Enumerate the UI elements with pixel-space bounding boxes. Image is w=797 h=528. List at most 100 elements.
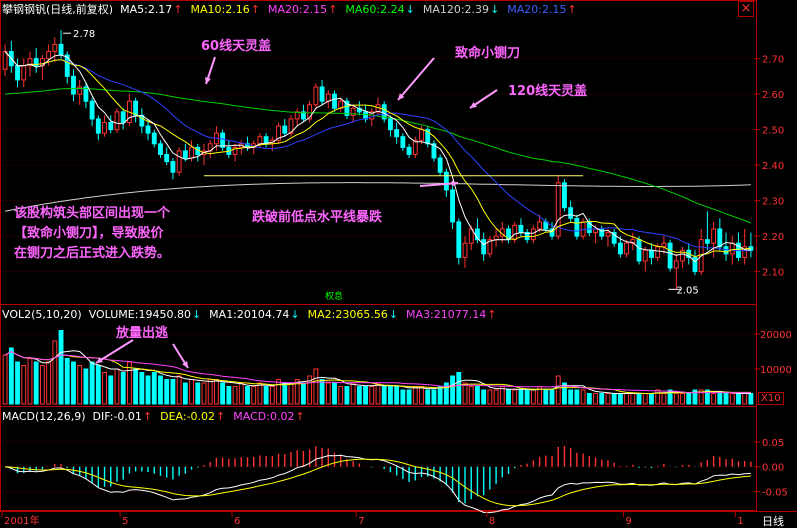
volume-bar — [126, 361, 132, 405]
volume-bar — [400, 389, 406, 405]
volume-bar — [506, 389, 511, 405]
candle — [425, 126, 431, 148]
indicator-readout: MA5:2.17 — [120, 3, 172, 16]
volume-bar — [251, 386, 257, 405]
volume-bar — [238, 382, 244, 405]
candle — [742, 229, 748, 265]
volume-bar — [108, 375, 114, 405]
volume-tick-label: 10000 — [760, 365, 792, 376]
volume-bar — [288, 382, 294, 405]
period-label[interactable]: 日线 — [762, 513, 784, 528]
indicator-arrow: ↑ — [328, 3, 337, 16]
volume-bar — [406, 389, 412, 405]
volume-bar — [673, 393, 679, 405]
candle-body — [294, 111, 300, 120]
volume-bar — [319, 379, 325, 405]
candle-body — [394, 129, 400, 138]
volume-bar — [611, 393, 617, 405]
candle-body — [419, 129, 424, 141]
volume-bar — [33, 361, 39, 405]
price-tick-label: 2.20 — [762, 232, 784, 243]
candle — [95, 115, 101, 141]
candle — [282, 118, 288, 137]
candle — [176, 147, 182, 176]
volume-bar — [493, 389, 499, 405]
x-tick-label: 8 — [489, 516, 495, 527]
candle-body — [400, 136, 406, 148]
candle-body — [729, 242, 735, 255]
x-tick-label: 9 — [625, 516, 631, 527]
volume-bar — [195, 382, 201, 405]
price-tick-label: 2.10 — [762, 268, 784, 279]
indicator-arrow: ↓ — [290, 308, 299, 321]
close-button[interactable]: × — [738, 1, 754, 17]
volume-bar — [2, 354, 8, 405]
volume-bar — [624, 393, 630, 405]
volume-bar — [207, 379, 213, 405]
candle-body — [145, 125, 151, 134]
indicator-arrow: ↑ — [568, 3, 577, 16]
volume-bar — [605, 393, 611, 405]
volume-bar — [213, 379, 219, 405]
candle-body — [151, 132, 157, 145]
candle — [723, 232, 729, 261]
volume-bar — [89, 361, 95, 405]
candle — [431, 140, 437, 162]
candle — [2, 44, 8, 77]
candle-body — [717, 228, 723, 248]
indicator-readout: VOLUME:19450.80 — [89, 308, 191, 321]
candle — [319, 79, 325, 105]
candle-body — [655, 246, 661, 258]
candle — [493, 229, 499, 247]
indicator-readout: DEA:-0.02 — [160, 410, 215, 423]
candle — [630, 232, 636, 251]
volume-bar — [686, 393, 692, 405]
annotation-note-line-3: 在铡刀之后正式进入跌势。 — [14, 246, 171, 261]
candle — [518, 218, 524, 237]
volume-bar — [369, 386, 375, 405]
volume-bar — [232, 386, 238, 405]
candle-body — [450, 189, 456, 223]
volume-bar — [257, 382, 263, 405]
volume-bar — [170, 379, 176, 405]
indicator-arrow: ↓ — [406, 3, 415, 16]
candle — [102, 115, 107, 137]
candle — [313, 83, 319, 109]
volume-bar — [649, 393, 654, 405]
candle-body — [52, 43, 58, 53]
volume-bar — [680, 393, 685, 405]
candle-body — [412, 139, 418, 155]
candle-body — [95, 118, 101, 134]
candle-body — [15, 65, 20, 81]
annotation-note-line-2: 【致命小铡刀】，导致股价 — [14, 226, 164, 241]
volume-bar — [437, 386, 443, 405]
indicator-arrow: ↓ — [389, 308, 398, 321]
candle-body — [102, 122, 107, 134]
candle — [33, 47, 39, 73]
rights-marker: 权息 — [325, 292, 344, 302]
candle — [375, 97, 381, 116]
volume-bar — [512, 389, 518, 405]
volume-bar — [748, 393, 754, 405]
candle-body — [493, 235, 499, 241]
volume-bar — [580, 389, 586, 405]
volume-bar — [543, 389, 549, 405]
panel-header-title: MACD(12,26,9) — [2, 410, 86, 423]
volume-bar — [381, 386, 387, 405]
candle — [481, 232, 487, 261]
panel-header-title: VOL2(5,10,20) — [2, 308, 82, 321]
price-tick-label: 2.50 — [762, 126, 784, 137]
candle — [114, 108, 120, 134]
volume-bar — [313, 368, 319, 405]
volume-bar — [276, 379, 281, 405]
indicator-arrow: ↑ — [173, 3, 182, 16]
volume-bar — [145, 375, 151, 405]
candle-body — [642, 249, 648, 262]
volume-bar — [133, 368, 139, 405]
candle-body — [437, 157, 443, 173]
volume-unit-label: X10 — [758, 392, 784, 405]
arrow-60-ceiling-head — [205, 77, 211, 84]
annotation-volume-escape: 放量出逃 — [116, 326, 169, 341]
volume-bar — [338, 386, 344, 405]
panel-header-title: 攀钢钢钒(日线,前复权) — [2, 2, 113, 16]
